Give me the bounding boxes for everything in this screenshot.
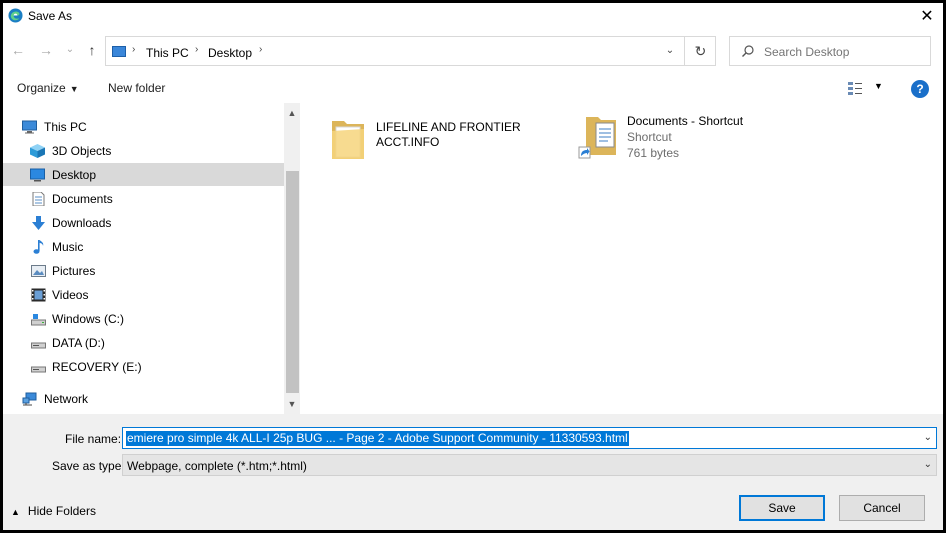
nav-item-this-pc[interactable]: This PC bbox=[3, 115, 284, 138]
nav-item-label: Documents bbox=[52, 192, 113, 206]
download-icon bbox=[32, 216, 45, 230]
view-options-chevron-icon[interactable]: ▼ bbox=[874, 81, 883, 91]
file-name-line: LIFELINE AND FRONTIER bbox=[376, 120, 521, 134]
file-name-value[interactable]: emiere pro simple 4k ALL-I 25p BUG ... -… bbox=[126, 431, 629, 446]
cancel-button[interactable]: Cancel bbox=[839, 495, 925, 521]
file-item-lifeline-folder[interactable]: LIFELINE AND FRONTIER ACCT.INFO bbox=[328, 113, 548, 169]
drive-icon bbox=[31, 366, 46, 373]
nav-item-data-d[interactable]: DATA (D:) bbox=[3, 331, 284, 354]
pc-icon bbox=[22, 120, 37, 134]
navigation-pane: This PC 3D Objects Desktop Documents Dow… bbox=[3, 103, 300, 414]
network-icon bbox=[22, 392, 37, 406]
nav-pane-scrollbar[interactable]: ▲ ▼ bbox=[284, 103, 300, 414]
nav-item-label: Windows (C:) bbox=[52, 312, 125, 326]
organize-label: Organize bbox=[17, 81, 66, 95]
nav-item-music[interactable]: Music bbox=[3, 235, 284, 258]
view-options-icon[interactable] bbox=[848, 82, 862, 95]
file-size: 761 bytes bbox=[627, 146, 680, 160]
nav-item-label: Videos bbox=[52, 288, 89, 302]
document-icon bbox=[32, 192, 45, 206]
chevron-down-icon[interactable]: ⌄ bbox=[924, 432, 932, 443]
file-name: Documents - Shortcut bbox=[627, 114, 744, 128]
back-button[interactable]: ← bbox=[9, 41, 27, 59]
hide-folders-button[interactable]: ▲ Hide Folders bbox=[11, 504, 96, 518]
nav-item-label: Pictures bbox=[52, 264, 96, 278]
nav-item-label: 3D Objects bbox=[52, 144, 112, 158]
forward-button[interactable]: → bbox=[37, 41, 55, 59]
file-name-line: ACCT.INFO bbox=[376, 135, 440, 149]
up-button[interactable]: ↑ bbox=[83, 41, 101, 59]
window-title: Save As bbox=[28, 9, 73, 23]
nav-item-label: This PC bbox=[44, 120, 87, 134]
breadcrumb-desktop[interactable]: Desktop bbox=[208, 46, 252, 60]
file-list: LIFELINE AND FRONTIER ACCT.INFO Document… bbox=[300, 103, 943, 414]
title-bar: Save As ✕ bbox=[3, 3, 943, 29]
navigation-bar: ← → ⌄ ↑ › This PC › Desktop › ⌄ ↻ bbox=[3, 33, 943, 67]
search-input[interactable] bbox=[764, 43, 924, 61]
chevron-down-icon: ▼ bbox=[69, 84, 79, 94]
save-button[interactable]: Save bbox=[739, 495, 825, 521]
close-icon: ✕ bbox=[920, 8, 934, 25]
nav-item-network[interactable]: Network bbox=[3, 387, 284, 410]
breadcrumb-separator-icon[interactable]: › bbox=[195, 44, 198, 55]
breadcrumb-separator-icon[interactable]: › bbox=[132, 44, 135, 55]
dialog-footer: File name: emiere pro simple 4k ALL-I 25… bbox=[3, 414, 943, 530]
save-as-type-value: Webpage, complete (*.htm;*.html) bbox=[127, 459, 307, 473]
refresh-button[interactable]: ↻ bbox=[684, 37, 716, 65]
file-type: Shortcut bbox=[627, 130, 672, 144]
video-icon bbox=[31, 288, 46, 302]
folder-icon bbox=[332, 121, 364, 159]
drive-icon bbox=[31, 342, 46, 349]
caret-up-icon: ▲ bbox=[11, 507, 20, 517]
organize-button[interactable]: Organize ▼ bbox=[17, 81, 79, 95]
hide-folders-label: Hide Folders bbox=[27, 504, 96, 518]
nav-item-label: DATA (D:) bbox=[52, 336, 105, 350]
nav-item-downloads[interactable]: Downloads bbox=[3, 211, 284, 234]
nav-item-3d-objects[interactable]: 3D Objects bbox=[3, 139, 284, 162]
save-as-dialog: Save As ✕ ← → ⌄ ↑ › This PC › Desktop › … bbox=[3, 3, 943, 530]
recent-locations-button[interactable]: ⌄ bbox=[61, 41, 79, 59]
scroll-down-icon[interactable]: ▼ bbox=[284, 396, 300, 412]
close-button[interactable]: ✕ bbox=[911, 3, 943, 29]
picture-icon bbox=[31, 265, 46, 277]
scroll-up-icon[interactable]: ▲ bbox=[284, 105, 300, 121]
edge-browser-icon bbox=[8, 8, 23, 23]
chevron-down-icon[interactable]: ⌄ bbox=[924, 459, 932, 470]
file-name-input[interactable]: emiere pro simple 4k ALL-I 25p BUG ... -… bbox=[122, 427, 937, 449]
nav-item-recovery-e[interactable]: RECOVERY (E:) bbox=[3, 355, 284, 378]
nav-item-label: Network bbox=[44, 392, 89, 406]
search-icon bbox=[742, 45, 754, 57]
nav-item-label: Music bbox=[52, 240, 84, 254]
command-bar: Organize ▼ New folder ▼ ? bbox=[3, 75, 943, 101]
cube-icon bbox=[30, 144, 45, 158]
breadcrumb-separator-icon[interactable]: › bbox=[259, 44, 262, 55]
search-box[interactable] bbox=[729, 36, 931, 66]
save-as-type-label: Save as type: bbox=[52, 459, 125, 473]
save-as-type-select[interactable]: Webpage, complete (*.htm;*.html) ⌄ bbox=[122, 454, 937, 476]
nav-item-documents[interactable]: Documents bbox=[3, 187, 284, 210]
shortcut-icon bbox=[578, 117, 616, 159]
desktop-icon bbox=[30, 168, 45, 182]
breadcrumb-this-pc[interactable]: This PC bbox=[146, 46, 189, 60]
this-pc-icon bbox=[112, 46, 126, 57]
nav-item-label: RECOVERY (E:) bbox=[52, 360, 142, 374]
drive-icon bbox=[31, 314, 46, 326]
nav-item-desktop[interactable]: Desktop bbox=[3, 163, 284, 186]
scrollbar-thumb[interactable] bbox=[286, 171, 299, 393]
nav-item-windows-c[interactable]: Windows (C:) bbox=[3, 307, 284, 330]
nav-item-videos[interactable]: Videos bbox=[3, 283, 284, 306]
help-button[interactable]: ? bbox=[911, 80, 929, 98]
nav-item-label: Desktop bbox=[52, 168, 97, 182]
nav-item-label: Downloads bbox=[52, 216, 112, 230]
new-folder-button[interactable]: New folder bbox=[108, 81, 165, 95]
music-icon bbox=[33, 240, 44, 254]
nav-item-pictures[interactable]: Pictures bbox=[3, 259, 284, 282]
address-dropdown-icon[interactable]: ⌄ bbox=[662, 43, 678, 59]
file-name-label: File name: bbox=[65, 432, 122, 446]
address-bar[interactable]: › This PC › Desktop › ⌄ ↻ bbox=[105, 36, 716, 66]
file-item-documents-shortcut[interactable]: Documents - Shortcut Shortcut 761 bytes bbox=[578, 111, 798, 171]
